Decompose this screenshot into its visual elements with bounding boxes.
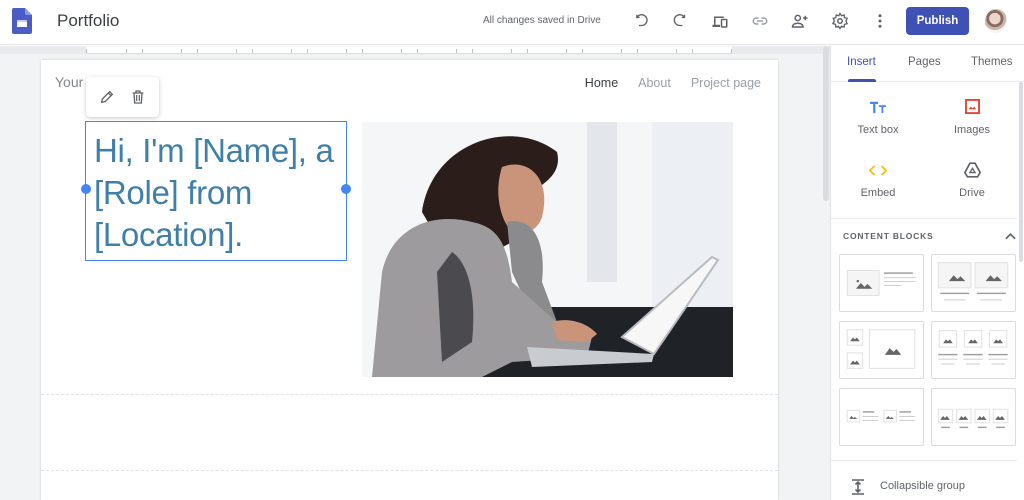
site-title[interactable]: Portfolio <box>57 11 119 31</box>
top-bar: Portfolio All changes saved in Drive Pub… <box>0 0 1024 45</box>
collapsible-group-icon <box>852 479 864 495</box>
editor-canvas: Your Home About Project page Hi, I'm [Na… <box>0 46 830 500</box>
drive-icon <box>963 161 981 183</box>
ruler-margin-left <box>0 46 86 54</box>
ruler-tick <box>692 49 693 53</box>
ruler-tick <box>197 49 198 53</box>
tab-themes[interactable]: Themes <box>971 56 1013 68</box>
ruler-tick <box>511 49 512 53</box>
canvas-scrollbar-thumb[interactable] <box>823 46 829 201</box>
content-block-two-images-with-side-text[interactable] <box>839 388 924 446</box>
image-icon <box>964 99 980 119</box>
insert-collapsible-group[interactable]: Collapsible group <box>831 461 1017 500</box>
insert-drive-label: Drive <box>959 187 985 199</box>
resize-handle-right[interactable] <box>341 184 351 194</box>
divider <box>831 218 1017 219</box>
ruler-tick <box>142 49 143 53</box>
content-block-two-small-images-and-large-image[interactable] <box>839 321 924 379</box>
content-blocks-title: CONTENT BLOCKS <box>843 231 934 241</box>
ruler-tick <box>346 49 347 53</box>
share-add-person-icon[interactable] <box>789 10 811 32</box>
hero-image[interactable] <box>362 122 733 377</box>
ruler-tick <box>126 49 127 53</box>
content-block-image-with-text[interactable] <box>839 254 924 312</box>
insert-text-box[interactable]: Text box <box>833 98 923 148</box>
hero-text-box[interactable]: Hi, I'm [Name], a [Role] from [Location]… <box>85 121 347 261</box>
side-panel: Insert Pages Themes Text box Images Embe… <box>830 46 1024 500</box>
ruler-tick <box>86 49 87 53</box>
ruler-tick <box>637 49 638 53</box>
content-block-four-images-with-captions[interactable] <box>931 388 1016 446</box>
side-panel-scrollbar-thumb[interactable] <box>1019 82 1023 262</box>
link-icon[interactable] <box>749 10 771 32</box>
embed-code-icon <box>868 163 888 181</box>
site-name[interactable]: Your <box>55 74 83 90</box>
tab-insert[interactable]: Insert <box>847 56 876 68</box>
sites-logo-icon[interactable] <box>12 8 32 34</box>
insert-images[interactable]: Images <box>927 98 1017 148</box>
text-box-icon <box>869 100 887 119</box>
nav-item-project-page[interactable]: Project page <box>691 76 761 90</box>
layout-ruler <box>86 47 732 54</box>
publish-button[interactable]: Publish <box>906 7 969 35</box>
content-block-three-images-with-captions[interactable] <box>931 321 1016 379</box>
woman-laptop-photo <box>362 122 733 377</box>
site-navigation: Home About Project page <box>585 76 761 90</box>
redo-icon[interactable] <box>669 10 691 32</box>
ruler-tick <box>582 49 583 53</box>
ruler-tick <box>456 49 457 53</box>
active-tab-indicator <box>848 79 876 82</box>
ruler-tick <box>621 49 622 53</box>
ruler-tick <box>566 49 567 53</box>
trash-icon[interactable] <box>130 89 146 105</box>
ruler-tick <box>527 49 528 53</box>
insert-embed[interactable]: Embed <box>833 161 923 211</box>
user-avatar[interactable] <box>985 9 1007 33</box>
ruler-tick <box>401 49 402 53</box>
settings-gear-icon[interactable] <box>829 10 851 32</box>
more-vert-icon[interactable] <box>869 10 891 32</box>
pencil-icon[interactable] <box>99 89 115 105</box>
chevron-up-icon[interactable] <box>1005 227 1016 245</box>
ruler-tick <box>181 49 182 53</box>
ruler-tick <box>252 49 253 53</box>
save-status: All changes saved in Drive <box>483 15 601 26</box>
ruler-tick <box>236 49 237 53</box>
collapsible-group-label: Collapsible group <box>880 480 965 492</box>
ruler-tick <box>417 49 418 53</box>
content-block-two-images-with-captions[interactable] <box>931 254 1016 312</box>
nav-item-home[interactable]: Home <box>585 76 618 90</box>
ruler-tick <box>676 49 677 53</box>
text-box-toolbar <box>86 77 159 117</box>
insert-text-box-label: Text box <box>857 124 899 136</box>
side-panel-tabs: Insert Pages Themes <box>831 46 1024 82</box>
insert-drive[interactable]: Drive <box>927 161 1017 211</box>
ruler-tick <box>307 49 308 53</box>
undo-icon[interactable] <box>630 10 652 32</box>
ruler-tick <box>362 49 363 53</box>
google-sites-editor: Portfolio All changes saved in Drive Pub… <box>0 0 1024 500</box>
ruler-tick <box>472 49 473 53</box>
canvas-scrollbar[interactable] <box>822 46 830 500</box>
site-page: Your Home About Project page Hi, I'm [Na… <box>41 60 778 500</box>
nav-item-about[interactable]: About <box>638 76 671 90</box>
ruler-tick <box>291 49 292 53</box>
insert-images-label: Images <box>953 124 991 136</box>
tab-pages[interactable]: Pages <box>908 56 941 68</box>
preview-devices-icon[interactable] <box>709 10 731 32</box>
section-divider <box>41 470 778 471</box>
insert-embed-label: Embed <box>860 187 896 199</box>
resize-handle-left[interactable] <box>81 184 91 194</box>
section-divider <box>41 394 778 395</box>
side-panel-scrollbar[interactable] <box>1018 82 1024 500</box>
ruler-margin-right <box>732 46 830 54</box>
